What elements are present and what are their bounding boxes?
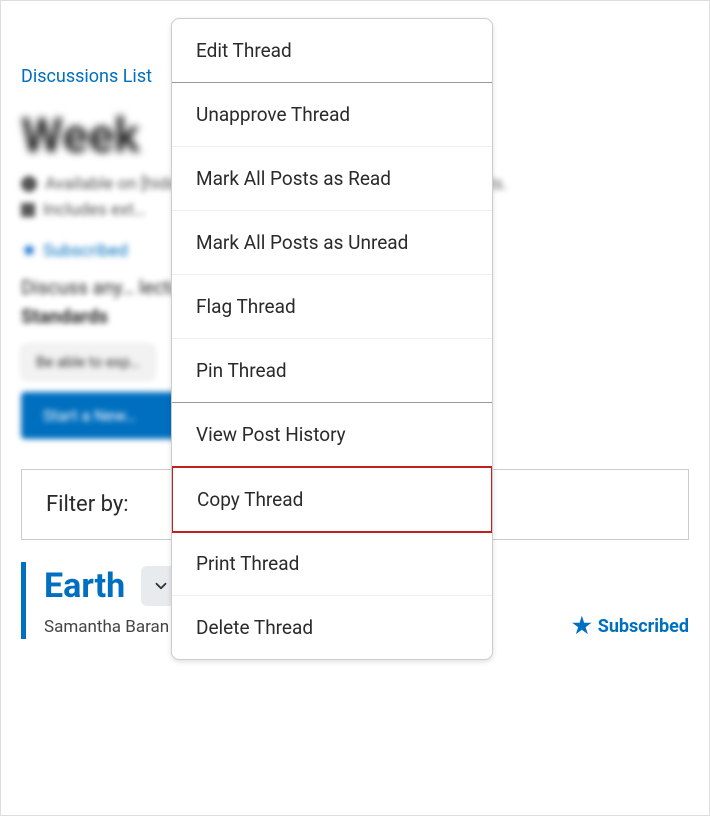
globe-icon	[21, 176, 37, 192]
filter-label: Filter by:	[46, 492, 129, 517]
menu-flag-thread[interactable]: Flag Thread	[172, 275, 492, 339]
star-icon: ★	[572, 614, 592, 639]
menu-view-post-history[interactable]: View Post History	[172, 403, 492, 467]
menu-delete-thread[interactable]: Delete Thread	[172, 596, 492, 659]
thread-title-link[interactable]: Earth	[44, 566, 125, 606]
star-icon: ★	[21, 240, 37, 261]
thread-subscribed-toggle[interactable]: ★ Subscribed	[572, 614, 689, 639]
menu-pin-thread[interactable]: Pin Thread	[172, 339, 492, 403]
thread-context-menu: Edit Thread Unapprove Thread Mark All Po…	[171, 18, 493, 660]
menu-print-thread[interactable]: Print Thread	[172, 532, 492, 596]
thread-author: Samantha Baran	[44, 617, 169, 637]
chevron-down-icon	[152, 577, 170, 595]
menu-mark-all-unread[interactable]: Mark All Posts as Unread	[172, 211, 492, 275]
includes-text: Includes ext…	[43, 200, 145, 220]
subscribed-label-small: Subscribed	[43, 241, 128, 261]
pin-icon	[21, 203, 35, 217]
menu-edit-thread[interactable]: Edit Thread	[172, 19, 492, 83]
menu-unapprove-thread[interactable]: Unapprove Thread	[172, 83, 492, 147]
menu-mark-all-read[interactable]: Mark All Posts as Read	[172, 147, 492, 211]
menu-copy-thread[interactable]: Copy Thread	[171, 466, 493, 533]
learning-objective-tag: Be able to exp…	[21, 344, 155, 380]
thread-subscribed-label: Subscribed	[598, 616, 689, 637]
